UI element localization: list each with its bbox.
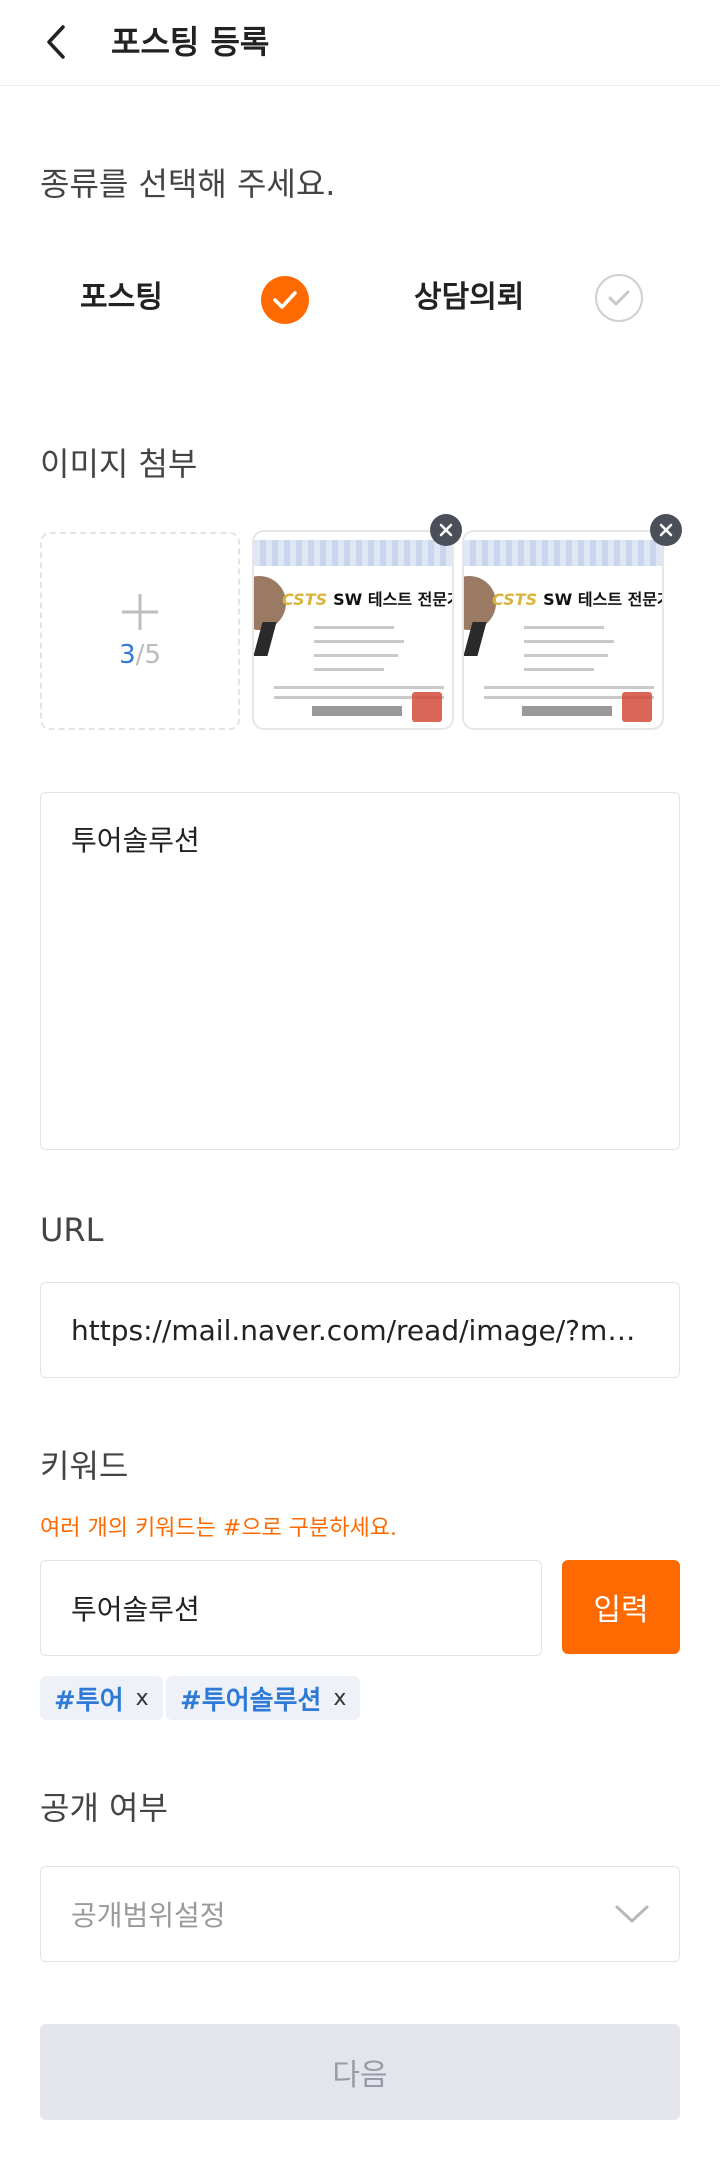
certificate-title: CSTSSW 테스트 전문가 자격 bbox=[492, 590, 662, 609]
url-input-value: https://mail.naver.com/read/image/?mailS… bbox=[71, 1313, 649, 1347]
plus-icon bbox=[122, 594, 158, 630]
page-title: 포스팅 등록 bbox=[111, 23, 270, 61]
close-icon bbox=[439, 523, 453, 537]
back-button[interactable] bbox=[36, 18, 76, 66]
text-line bbox=[314, 668, 384, 671]
image-thumbnail[interactable]: CSTSSW 테스트 전문가 자격 bbox=[462, 530, 664, 730]
type-option-consult-label[interactable]: 상담의뢰 bbox=[414, 276, 524, 320]
keyword-tag-label: #투어솔루션 bbox=[180, 1685, 322, 1716]
certificate-title: CSTSSW 테스트 전문가 자격 bbox=[282, 590, 452, 609]
certificate-org bbox=[312, 706, 402, 716]
text-line bbox=[274, 686, 444, 689]
url-input[interactable]: https://mail.naver.com/read/image/?mailS… bbox=[40, 1282, 680, 1378]
text-line bbox=[314, 654, 398, 657]
app-header: 포스팅 등록 bbox=[0, 0, 720, 86]
text-line bbox=[524, 626, 604, 629]
certificate-header-band bbox=[254, 540, 452, 566]
certificate-stamp bbox=[622, 692, 652, 722]
remove-image-button[interactable] bbox=[650, 514, 682, 546]
check-icon bbox=[273, 291, 297, 309]
url-section-label: URL bbox=[40, 1211, 104, 1249]
keyword-input-value: 투어솔루션 bbox=[71, 1593, 200, 1626]
text-line bbox=[524, 640, 614, 643]
text-line bbox=[314, 626, 394, 629]
keyword-tag-remove-button[interactable]: x bbox=[136, 1686, 149, 1711]
text-line bbox=[484, 686, 654, 689]
keyword-hint: 여러 개의 키워드는 #으로 구분하세요. bbox=[40, 1516, 398, 1541]
next-button[interactable]: 다음 bbox=[40, 2024, 680, 2120]
type-option-consult-check[interactable] bbox=[595, 274, 643, 322]
remove-image-button[interactable] bbox=[430, 514, 462, 546]
type-section-label: 종류를 선택해 주세요. bbox=[40, 165, 336, 203]
close-icon bbox=[659, 523, 673, 537]
chevron-down-icon bbox=[615, 1905, 649, 1923]
image-thumbnail[interactable]: CSTSSW 테스트 전문가 자격 bbox=[252, 530, 454, 730]
keyword-tag: #투어솔루션 x bbox=[166, 1676, 361, 1720]
keyword-tag: #투어 x bbox=[40, 1676, 163, 1720]
certificate-org bbox=[522, 706, 612, 716]
image-section-label: 이미지 첨부 bbox=[40, 445, 198, 483]
content-textarea[interactable]: 투어솔루션 bbox=[40, 792, 680, 1150]
keyword-input[interactable]: 투어솔루션 bbox=[40, 1560, 542, 1656]
type-option-posting-label[interactable]: 포스팅 bbox=[80, 276, 163, 320]
check-icon bbox=[608, 290, 630, 306]
image-counter: 3/5 bbox=[119, 640, 161, 670]
chevron-left-icon bbox=[47, 25, 65, 59]
text-line bbox=[524, 668, 594, 671]
visibility-section-label: 공개 여부 bbox=[40, 1789, 168, 1827]
visibility-select[interactable]: 공개범위설정 bbox=[40, 1866, 680, 1962]
add-image-button[interactable]: 3/5 bbox=[40, 532, 240, 730]
certificate-header-band bbox=[464, 540, 662, 566]
keyword-section-label: 키워드 bbox=[40, 1447, 129, 1485]
keyword-tag-label: #투어 bbox=[54, 1685, 124, 1716]
keyword-submit-button[interactable]: 입력 bbox=[562, 1560, 680, 1654]
keyword-tag-remove-button[interactable]: x bbox=[333, 1686, 346, 1711]
certificate-stamp bbox=[412, 692, 442, 722]
text-line bbox=[314, 640, 404, 643]
text-line bbox=[524, 654, 608, 657]
type-option-posting-check[interactable] bbox=[261, 276, 309, 324]
visibility-select-placeholder: 공개범위설정 bbox=[71, 1899, 226, 1932]
